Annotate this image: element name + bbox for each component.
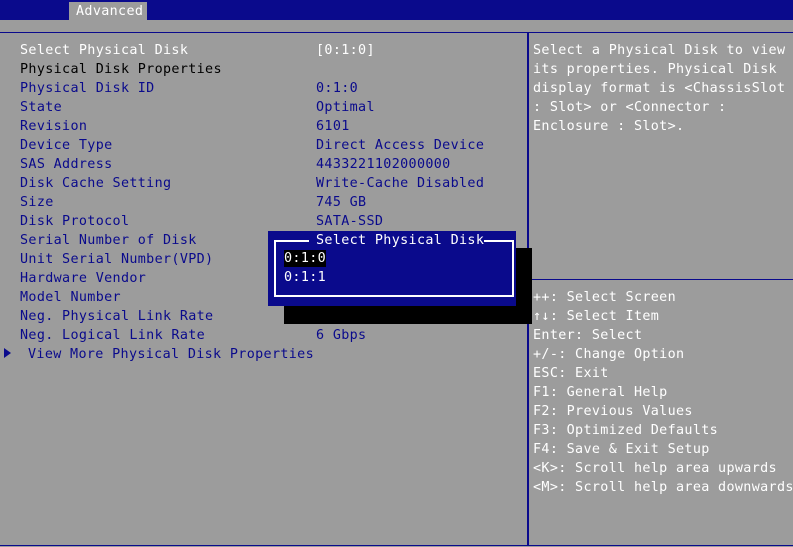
key-general-help: F1: General Help: [533, 385, 668, 400]
device-type-label: Device Type: [20, 138, 113, 153]
neg-logical-link-rate-value: 6 Gbps: [316, 328, 367, 343]
model-number-label: Model Number: [20, 290, 121, 305]
size-label: Size: [20, 195, 54, 210]
disk-protocol-label: Disk Protocol: [20, 214, 130, 229]
hardware-vendor-label: Hardware Vendor: [20, 271, 147, 286]
physical-disk-properties-heading: Physical Disk Properties: [20, 62, 222, 77]
popup-option-0-1-1[interactable]: 0:1:1: [284, 269, 326, 286]
unit-serial-number-label: Unit Serial Number(VPD): [20, 252, 214, 267]
revision-label: Revision: [20, 119, 88, 134]
key-change-option: +/-: Change Option: [533, 347, 685, 362]
serial-number-label: Serial Number of Disk: [20, 233, 197, 248]
key-select-item: ↑↓: Select Item: [533, 309, 660, 324]
tab-advanced[interactable]: Advanced: [69, 2, 147, 20]
key-select-screen: ++: Select Screen: [533, 290, 677, 305]
key-save-exit: F4: Save & Exit Setup: [533, 442, 710, 457]
disk-cache-setting-label: Disk Cache Setting: [20, 176, 172, 191]
help-divider: [529, 279, 793, 280]
key-legend: ++: Select Screen ↑↓: Select Item Enter:…: [533, 288, 793, 497]
physical-disk-id-value: 0:1:0: [316, 81, 359, 96]
state-label: State: [20, 100, 63, 115]
key-optimized-defaults: F3: Optimized Defaults: [533, 423, 719, 438]
select-physical-disk-value[interactable]: [0:1:0]: [316, 41, 375, 60]
sas-address-value: 4433221102000000: [316, 157, 451, 172]
key-esc-exit: ESC: Exit: [533, 366, 609, 381]
view-more-properties-link[interactable]: View More Physical Disk Properties: [28, 345, 314, 364]
popup-frame-top-left: [274, 240, 309, 242]
key-scroll-up: <K>: Scroll help area upwards: [533, 461, 777, 476]
physical-disk-id-label: Physical Disk ID: [20, 81, 155, 96]
popup-frame-top-right: [484, 240, 512, 242]
sas-address-label: SAS Address: [20, 157, 113, 172]
size-value: 745 GB: [316, 195, 367, 210]
key-scroll-down: <M>: Scroll help area downwards: [533, 480, 793, 495]
submenu-arrow-icon: [4, 348, 11, 358]
top-menu-bar: Advanced: [0, 0, 793, 20]
popup-option-0-1-0[interactable]: 0:1:0: [284, 250, 327, 267]
device-type-value: Direct Access Device: [316, 138, 485, 153]
state-value: Optimal: [316, 100, 375, 115]
popup-title: Select Physical Disk: [316, 233, 485, 248]
help-description: Select a Physical Disk to view its prope…: [533, 43, 786, 134]
key-enter-select: Enter: Select: [533, 328, 643, 343]
disk-protocol-value: SATA-SSD: [316, 214, 384, 229]
key-previous-values: F2: Previous Values: [533, 404, 693, 419]
disk-cache-setting-value: Write-Cache Disabled: [316, 176, 485, 191]
neg-physical-link-rate-label: Neg. Physical Link Rate: [20, 309, 214, 324]
neg-logical-link-rate-label: Neg. Logical Link Rate: [20, 328, 206, 343]
revision-value: 6101: [316, 119, 350, 134]
select-physical-disk-label[interactable]: Select Physical Disk: [20, 41, 188, 60]
